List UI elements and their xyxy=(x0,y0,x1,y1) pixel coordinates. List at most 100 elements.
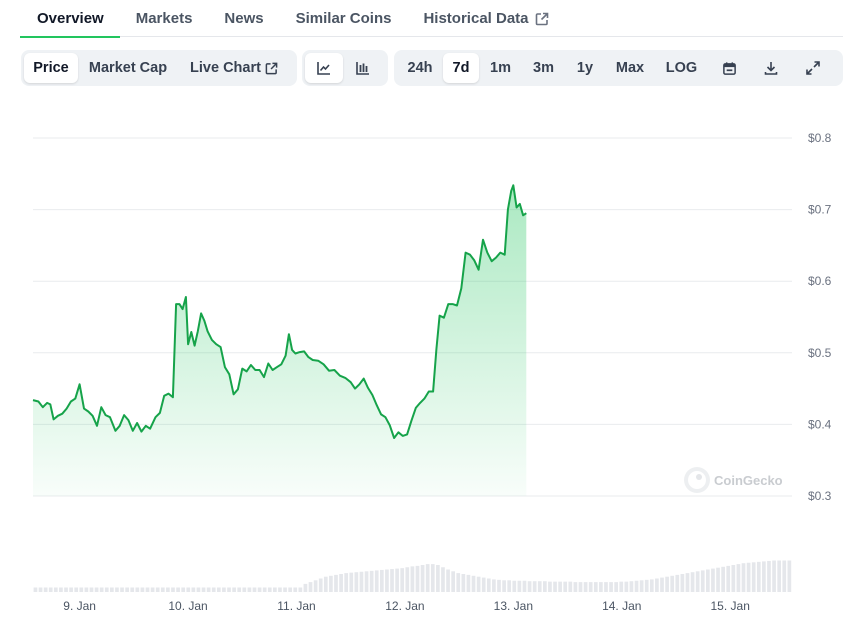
range-7d[interactable]: 7d xyxy=(443,53,479,83)
volume-bar xyxy=(216,587,221,592)
volume-bar xyxy=(736,564,741,592)
volume-bar xyxy=(222,587,226,592)
live-chart-tab[interactable]: Live Chart xyxy=(178,53,290,83)
volume-bar xyxy=(726,565,731,592)
volume-bar xyxy=(542,581,547,592)
volume-bar xyxy=(140,587,145,592)
tab-similar-coins[interactable]: Similar Coins xyxy=(296,0,392,37)
volume-bar xyxy=(588,582,593,592)
volume-bar xyxy=(777,560,782,592)
line-chart-icon xyxy=(317,62,330,75)
volume-bar xyxy=(191,587,196,592)
volume-bar xyxy=(181,587,186,592)
volume-bar xyxy=(374,570,379,592)
volume-bar xyxy=(787,560,792,592)
x-axis-tick-label: 11. Jan xyxy=(277,599,315,613)
chart-style-switch xyxy=(302,50,388,86)
candlestick-chart-icon xyxy=(356,62,369,75)
volume-bar xyxy=(273,587,277,592)
calendar-button[interactable] xyxy=(708,53,750,83)
volume-bar xyxy=(751,562,756,592)
volume-bar xyxy=(104,587,109,592)
volume-bar xyxy=(171,587,175,592)
volume-bar xyxy=(512,580,517,592)
volume-bar xyxy=(318,578,323,592)
volume-bar xyxy=(634,580,639,592)
volume-bar xyxy=(364,571,369,592)
tab-historical-data[interactable]: Historical Data xyxy=(423,0,548,37)
tab-overview[interactable]: Overview xyxy=(20,0,120,38)
volume-bar xyxy=(405,567,410,592)
volume-bar xyxy=(385,569,389,592)
y-axis-tick-label: $0.8 xyxy=(808,131,832,145)
candlestick-chart-button[interactable] xyxy=(343,53,383,83)
volume-bar xyxy=(680,574,685,592)
fullscreen-icon xyxy=(806,61,820,75)
volume-bar xyxy=(609,582,613,592)
download-button[interactable] xyxy=(750,53,792,83)
tab-news[interactable]: News xyxy=(224,0,263,37)
chart-toolbar: Price Market Cap Live Chart 24h 7d 1m 3m… xyxy=(0,50,851,86)
range-1m[interactable]: 1m xyxy=(479,53,522,83)
tab-markets[interactable]: Markets xyxy=(136,0,193,37)
volume-bar xyxy=(334,574,338,592)
volume-bar xyxy=(578,582,583,592)
volume-bar xyxy=(583,582,588,592)
volume-bar xyxy=(110,587,114,592)
volume-bar xyxy=(436,565,440,592)
volume-bar xyxy=(746,562,751,592)
volume-bar xyxy=(451,571,455,592)
volume-bar xyxy=(466,574,471,592)
volume-bar xyxy=(94,587,99,592)
volume-bar xyxy=(441,567,445,592)
x-axis-tick-label: 10. Jan xyxy=(168,599,207,613)
x-axis-tick-label: 9. Jan xyxy=(63,599,96,613)
volume-bar xyxy=(502,580,506,592)
volume-bar xyxy=(43,587,48,592)
volume-bar xyxy=(395,568,399,592)
price-chart[interactable]: $0.8 $0.7 $0.6 $0.5 $0.4 $0.3 9. Jan 10. Jan 11… xyxy=(0,120,851,626)
x-axis-tick-label: 14. Jan xyxy=(602,599,641,613)
volume-bar xyxy=(38,587,43,592)
volume-bar xyxy=(354,572,359,592)
volume-bar xyxy=(227,587,231,592)
fullscreen-button[interactable] xyxy=(792,53,834,83)
price-chart-svg: $0.8 $0.7 $0.6 $0.5 $0.4 $0.3 9. Jan 10. Jan 11… xyxy=(32,131,832,613)
watermark-text: CoinGecko xyxy=(714,473,783,488)
volume-bar xyxy=(461,574,466,592)
volume-bar xyxy=(553,581,557,592)
volume-bar xyxy=(201,587,206,592)
price-tab[interactable]: Price xyxy=(24,53,78,83)
line-chart-button[interactable] xyxy=(305,53,343,83)
price-area xyxy=(33,185,527,497)
live-chart-label: Live Chart xyxy=(190,60,261,76)
market-cap-tab[interactable]: Market Cap xyxy=(78,53,178,83)
volume-bar xyxy=(639,580,644,592)
volume-bar xyxy=(155,587,160,592)
volume-bar xyxy=(558,581,562,592)
y-axis-tick-label: $0.4 xyxy=(808,417,832,431)
volume-bar xyxy=(252,587,257,592)
volume-bar xyxy=(649,579,654,592)
y-axis-tick-label: $0.3 xyxy=(808,489,832,503)
volume-bar xyxy=(706,569,710,592)
metric-switch: Price Market Cap Live Chart xyxy=(21,50,297,86)
log-scale-toggle[interactable]: LOG xyxy=(655,53,708,83)
download-icon xyxy=(764,62,778,75)
range-24h[interactable]: 24h xyxy=(397,53,443,83)
volume-bar xyxy=(349,572,354,592)
volume-bar xyxy=(644,579,649,592)
volume-bar xyxy=(568,581,573,592)
volume-bar xyxy=(206,587,211,592)
x-axis-tick-label: 15. Jan xyxy=(711,599,750,613)
volume-bar xyxy=(563,581,568,592)
volume-bar xyxy=(492,579,496,592)
volume-bar xyxy=(339,574,343,592)
range-1y[interactable]: 1y xyxy=(565,53,605,83)
volume-bar xyxy=(624,581,629,592)
range-max[interactable]: Max xyxy=(605,53,655,83)
volume-bar xyxy=(145,587,150,592)
volume-bar xyxy=(89,587,94,592)
range-3m[interactable]: 3m xyxy=(522,53,565,83)
volume-bar xyxy=(593,582,598,592)
